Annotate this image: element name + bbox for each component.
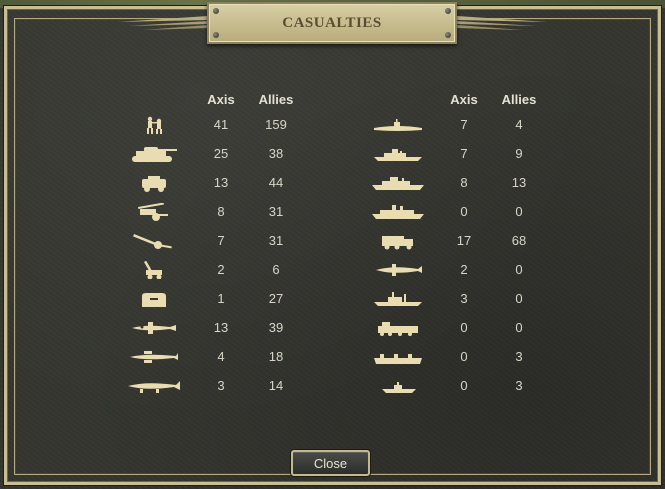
rivet-icon [213,8,219,14]
right-allies-count: 3 [515,378,523,393]
anti-air-gun-icon [126,261,182,279]
right-allies-header: Allies [501,92,537,107]
left-allies-count: 14 [268,378,284,393]
right-allies-count: 13 [511,175,527,190]
train-icon [370,319,426,337]
rivet-icon [213,32,219,38]
right-axis-count: 3 [460,291,468,306]
left-allies-count: 38 [268,146,284,161]
left-axis-count: 13 [213,320,229,335]
right-allies-count: 0 [515,262,523,277]
right-allies-count: 68 [511,233,527,248]
transport-plane-icon [370,261,426,279]
battleship-icon [370,203,426,221]
tactical-bomber-icon [126,348,182,366]
right-allies-count: 0 [515,204,523,219]
right-allies-count: 4 [515,117,523,132]
right-axis-count: 2 [460,262,468,277]
cruiser-icon [370,174,426,192]
right-axis-count: 8 [460,175,468,190]
left-wing-ornament [118,16,208,30]
right-allies-count: 3 [515,349,523,364]
left-allies-count: 159 [265,117,287,132]
artillery-icon [126,232,182,250]
destroyer-icon [370,145,426,163]
infantry-icon [126,116,182,134]
left-axis-count: 2 [217,262,225,277]
left-axis-header: Axis [207,92,235,107]
right-axis-count: 0 [460,204,468,219]
left-axis-count: 4 [217,349,225,364]
transport-ship-icon [370,290,426,308]
left-axis-count: 41 [213,117,229,132]
dialog-title: CASUALTIES [282,14,382,31]
left-allies-count: 44 [268,175,284,190]
fortification-icon [126,290,182,308]
left-allies-count: 31 [268,204,284,219]
anti-tank-gun-icon [126,203,182,221]
left-allies-count: 27 [268,291,284,306]
truck-icon [370,232,426,250]
patrol-boat-icon [370,377,426,395]
left-allies-count: 31 [268,233,284,248]
armored-car-icon [126,174,182,192]
tank-icon [126,145,182,163]
left-axis-count: 25 [213,146,229,161]
right-wing-ornament [457,16,547,30]
right-axis-count: 0 [460,320,468,335]
right-axis-header: Axis [450,92,478,107]
casualties-dialog: CASUALTIES Axis Allies Axis Allies 41 159… [0,0,665,489]
right-allies-count: 9 [515,146,523,161]
right-axis-count: 0 [460,349,468,364]
right-axis-count: 7 [460,117,468,132]
title-plate: CASUALTIES [207,2,457,44]
left-axis-count: 7 [217,233,225,248]
left-allies-header: Allies [258,92,294,107]
right-axis-count: 0 [460,378,468,393]
right-axis-count: 7 [460,146,468,161]
left-axis-count: 13 [213,175,229,190]
left-allies-count: 18 [268,349,284,364]
rivet-icon [445,8,451,14]
right-allies-count: 0 [515,320,523,335]
fighter-icon [126,319,182,337]
left-axis-count: 8 [217,204,225,219]
left-axis-count: 1 [217,291,225,306]
right-axis-count: 17 [456,233,472,248]
inner-frame [14,18,651,475]
right-allies-count: 0 [515,291,523,306]
left-axis-count: 3 [217,378,225,393]
rivet-icon [445,32,451,38]
submarine-icon [370,116,426,134]
close-button[interactable]: Close [291,450,370,476]
left-allies-count: 39 [268,320,284,335]
strategic-bomber-icon [126,377,182,395]
left-allies-count: 6 [272,262,280,277]
landing-craft-icon [370,348,426,366]
